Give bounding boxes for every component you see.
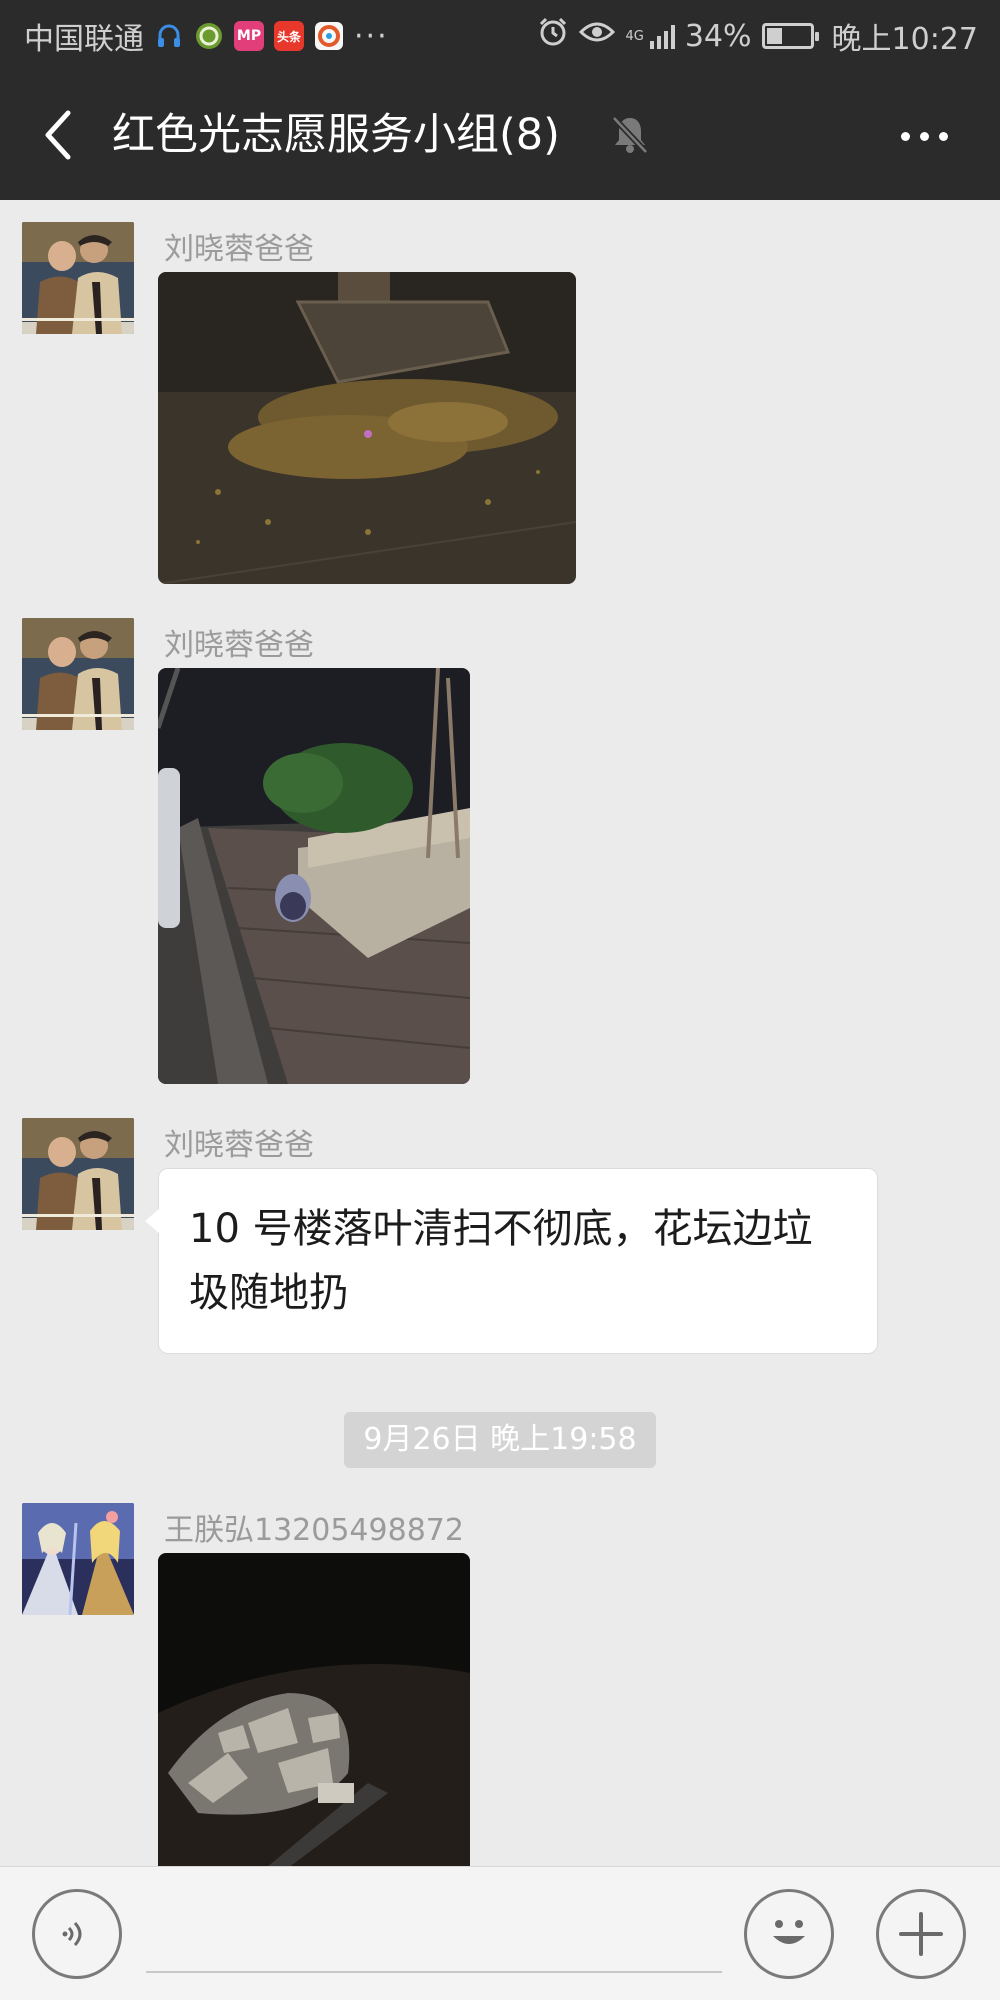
voice-button[interactable] bbox=[32, 1889, 122, 1979]
eye-comfort-icon bbox=[579, 18, 616, 54]
emoji-button[interactable] bbox=[744, 1889, 834, 1979]
couple-photo-avatar bbox=[22, 1118, 134, 1230]
emoji-icon bbox=[773, 1920, 805, 1944]
battery-percent: 34% bbox=[684, 18, 752, 54]
mp-app-label: MP bbox=[236, 28, 262, 44]
alarm-icon bbox=[537, 16, 569, 56]
input-bar bbox=[0, 1866, 1000, 2000]
couple-photo-avatar bbox=[22, 222, 134, 334]
sender-name: 刘晓蓉爸爸 bbox=[164, 232, 314, 267]
plus-button[interactable] bbox=[876, 1889, 966, 1979]
sender-name: 刘晓蓉爸爸 bbox=[164, 1128, 314, 1163]
sender-avatar[interactable] bbox=[22, 222, 134, 334]
sender-name: 刘晓蓉爸爸 bbox=[164, 628, 314, 663]
image-message[interactable] bbox=[158, 272, 576, 584]
image-message[interactable] bbox=[158, 1553, 470, 1866]
browser-app-icon bbox=[314, 21, 344, 51]
sender-name: 王朕弘13205498872 bbox=[164, 1513, 464, 1548]
night-fallen-leaves-under-tree bbox=[158, 272, 576, 584]
sender-avatar[interactable] bbox=[22, 1503, 134, 1615]
night-flowerbed-with-trash-bag bbox=[158, 668, 470, 1084]
back-chevron-icon bbox=[45, 110, 71, 160]
clock: 晚上10:27 bbox=[831, 22, 978, 57]
more-notifications: ··· bbox=[354, 18, 389, 54]
status-left: 中国联通 MP 头条 ··· bbox=[24, 14, 389, 58]
time-separator: 9月26日 晚上19:58 bbox=[344, 1412, 656, 1468]
battery-level bbox=[766, 28, 783, 44]
sender-avatar[interactable] bbox=[22, 618, 134, 730]
text-message-bubble[interactable]: 10 号楼落叶清扫不彻底，花坛边垃圾随地扔 bbox=[145, 1168, 878, 1354]
couple-photo-avatar bbox=[22, 618, 134, 730]
plus-icon bbox=[899, 1912, 943, 1956]
network-type: 4G bbox=[625, 28, 644, 44]
toutiao-app-icon: 头条 bbox=[274, 21, 304, 51]
chat-title[interactable]: 红色光志愿服务小组(8) bbox=[112, 104, 560, 166]
message-list[interactable]: 刘晓蓉爸爸 刘晓蓉爸爸 刘晓蓉爸爸 10 号楼落叶清扫不彻底，花坛边垃圾随地扔 … bbox=[0, 200, 1000, 1866]
battery-icon bbox=[761, 23, 819, 49]
china-mobile-app-icon bbox=[194, 21, 224, 51]
mp-app-icon: MP bbox=[234, 21, 264, 51]
chat-header: 红色光志愿服务小组(8) bbox=[0, 70, 1000, 200]
message-text: 10 号楼落叶清扫不彻底，花坛边垃圾随地扔 bbox=[189, 1206, 813, 1316]
carrier-label: 中国联通 bbox=[24, 22, 144, 57]
night-rubble-pile bbox=[158, 1553, 470, 1866]
more-button[interactable] bbox=[884, 114, 964, 158]
status-right: 4G 34% 晚上10:27 bbox=[537, 14, 978, 58]
message-input[interactable] bbox=[146, 1897, 722, 1973]
more-dots-icon bbox=[900, 131, 910, 141]
anime-knight-avatar bbox=[22, 1503, 134, 1615]
voice-icon bbox=[62, 1921, 82, 1947]
headset-app-icon bbox=[154, 21, 184, 51]
image-message[interactable] bbox=[158, 668, 470, 1084]
signal-strength-icon bbox=[649, 23, 675, 49]
toutiao-app-label: 头条 bbox=[276, 29, 301, 44]
status-bar: 中国联通 MP 头条 ··· 4G 34% 晚上10:27 bbox=[0, 0, 1000, 70]
back-button[interactable] bbox=[28, 105, 88, 165]
bell-muted-icon bbox=[610, 114, 650, 160]
sender-avatar[interactable] bbox=[22, 1118, 134, 1230]
